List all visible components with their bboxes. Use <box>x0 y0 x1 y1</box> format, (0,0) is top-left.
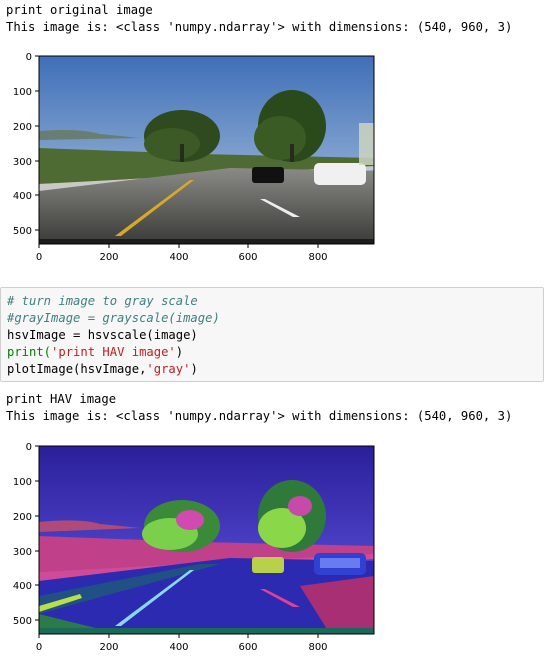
code-print-close: ) <box>175 345 184 359</box>
x-tick-label: 200 <box>99 642 118 653</box>
y-tick-label: 100 <box>13 87 32 98</box>
x-tick-label: 600 <box>238 642 257 653</box>
y-tick-label: 0 <box>26 52 32 63</box>
code-print-string: 'print HAV image' <box>51 345 176 359</box>
plot1-x-axis: 0 200 400 600 800 <box>36 244 328 263</box>
x-tick-label: 0 <box>36 252 42 263</box>
y-tick-label: 500 <box>13 226 32 237</box>
x-tick-label: 200 <box>99 252 118 263</box>
output-line-print-original: print original image <box>6 3 153 17</box>
original-road-image <box>39 56 374 244</box>
y-tick-label: 400 <box>13 191 32 202</box>
code-comment-line: # turn image to gray scale <box>7 294 198 308</box>
plot2-x-axis: 0 200 400 600 800 <box>36 634 328 653</box>
code-line-plotimage: plotImage(hsvImage,'gray') <box>7 361 198 378</box>
code-cell[interactable]: # turn image to gray scale #grayImage = … <box>0 287 544 382</box>
output-line-dimensions: This image is: <class 'numpy.ndarray'> w… <box>6 20 513 34</box>
x-tick-label: 400 <box>169 252 188 263</box>
y-tick-label: 200 <box>13 122 32 133</box>
code-comment-line: #grayImage = grayscale(image) <box>7 311 220 325</box>
hsv-image-plot: 0 100 200 300 400 500 0 200 400 600 800 <box>13 442 375 653</box>
y-tick-label: 0 <box>26 442 32 453</box>
y-tick-label: 100 <box>13 477 32 488</box>
x-tick-label: 800 <box>308 252 327 263</box>
code-plotimage-fn: plotImage(hsvImage, <box>7 362 147 376</box>
plot2-y-axis: 0 100 200 300 400 500 <box>13 442 39 627</box>
code-plotimage-close: ) <box>190 362 198 376</box>
output-line-dimensions: This image is: <class 'numpy.ndarray'> w… <box>6 409 513 423</box>
y-tick-label: 200 <box>13 512 32 523</box>
x-tick-label: 800 <box>308 642 327 653</box>
plot1-y-axis: 0 100 200 300 400 500 <box>13 52 39 237</box>
y-tick-label: 300 <box>13 547 32 558</box>
original-image-plot: 0 100 200 300 400 500 0 200 400 600 800 <box>13 52 375 263</box>
x-tick-label: 0 <box>36 642 42 653</box>
y-tick-label: 500 <box>13 616 32 627</box>
x-tick-label: 400 <box>169 642 188 653</box>
y-tick-label: 300 <box>13 157 32 168</box>
code-line-hsvscale: hsvImage = hsvscale(image) <box>7 328 198 342</box>
code-plotimage-string: 'gray' <box>146 362 191 376</box>
code-print-fn: print( <box>7 345 52 359</box>
y-tick-label: 400 <box>13 581 32 592</box>
x-tick-label: 600 <box>238 252 257 263</box>
hsv-road-image <box>39 446 374 634</box>
code-line-print: print('print HAV image') <box>7 344 183 361</box>
output-line-print-hav: print HAV image <box>6 392 117 406</box>
